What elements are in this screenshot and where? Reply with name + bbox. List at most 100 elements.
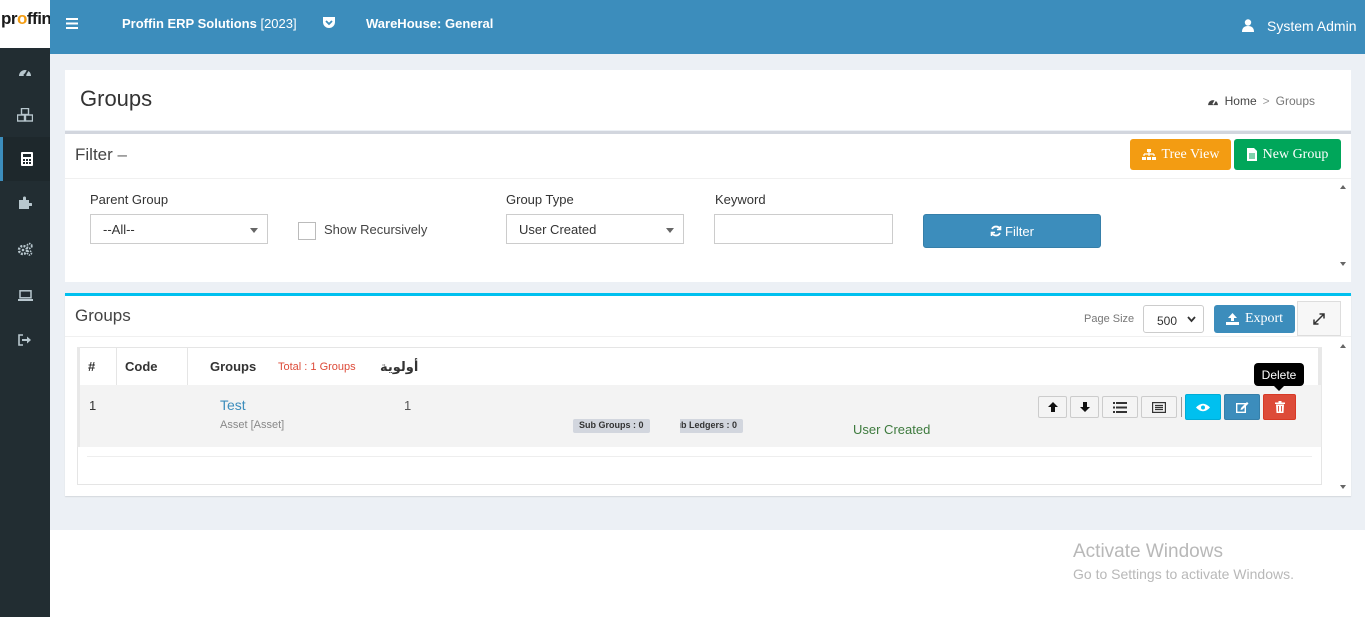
sitemap-icon: [1141, 148, 1156, 160]
logo-text: proffin: [1, 9, 50, 28]
filter-title-text: Filter: [75, 145, 113, 164]
chevron-down-icon: [1187, 316, 1196, 323]
breadcrumb: Home > Groups: [1207, 94, 1315, 108]
groups-scroll-up[interactable]: [1340, 344, 1346, 348]
filter-collapse-button[interactable]: –: [118, 145, 127, 164]
show-recursively-label[interactable]: Show Recursively: [324, 222, 427, 237]
show-recursively-checkbox[interactable]: [298, 222, 316, 240]
sidebar-item-system[interactable]: [0, 273, 50, 317]
new-group-label: New Group: [1262, 146, 1329, 162]
file-icon: [1246, 148, 1257, 161]
groups-scroll-down[interactable]: [1340, 485, 1346, 489]
user-menu[interactable]: [1242, 19, 1254, 35]
edit-button[interactable]: [1224, 394, 1260, 420]
sub-groups-badge: Sub Groups : 0: [573, 419, 650, 433]
col-divider: [116, 347, 117, 385]
sign-out-icon: [18, 334, 31, 346]
breadcrumb-home[interactable]: Home: [1225, 94, 1257, 108]
pocket-icon: [323, 17, 335, 28]
col-header-priority[interactable]: أولوية: [380, 359, 418, 375]
group-parent: Asset [Asset]: [220, 419, 285, 431]
page-header: [65, 70, 1351, 130]
sidebar-item-inventory[interactable]: [0, 93, 50, 137]
export-button[interactable]: Export: [1214, 305, 1295, 333]
parent-group-label: Parent Group: [90, 192, 169, 207]
cubes-icon: [17, 108, 33, 122]
sidebar-item-modules[interactable]: [0, 180, 50, 224]
arrow-down-icon: [1079, 402, 1090, 412]
sidebar-item-accounts[interactable]: [0, 137, 50, 181]
move-down-button[interactable]: [1070, 396, 1099, 418]
refresh-icon: [990, 225, 1002, 237]
tree-view-button[interactable]: Tree View: [1130, 139, 1231, 170]
activate-windows-subtitle: Go to Settings to activate Windows.: [1073, 566, 1294, 582]
group-name-link[interactable]: Test: [220, 397, 246, 413]
sidebar-item-logout[interactable]: [0, 318, 50, 362]
user-icon: [1242, 19, 1254, 32]
filter-button[interactable]: Filter: [923, 214, 1101, 248]
button-separator: [1181, 397, 1182, 417]
calculator-icon: [20, 152, 33, 166]
dashboard-icon: [1207, 99, 1218, 106]
row-num: 1: [89, 398, 97, 413]
sidebar-item-dashboard[interactable]: [0, 49, 50, 93]
arrow-up-icon: [1047, 402, 1058, 412]
filter-scroll-up[interactable]: [1340, 185, 1346, 189]
cogs-icon: [17, 242, 33, 256]
fullscreen-button[interactable]: [1297, 301, 1341, 336]
dashboard-icon: [19, 69, 31, 77]
view-button[interactable]: [1185, 394, 1221, 420]
keyword-label: Keyword: [715, 192, 766, 207]
app-title: Proffin ERP Solutions [2023]: [122, 16, 297, 31]
ledger-button[interactable]: [1141, 396, 1177, 418]
user-name[interactable]: System Admin: [1267, 18, 1356, 34]
col-header-code[interactable]: Code: [125, 359, 158, 374]
activate-windows-title: Activate Windows: [1073, 541, 1223, 562]
page-size-select[interactable]: 500: [1143, 305, 1204, 333]
delete-tooltip: Delete: [1254, 363, 1304, 391]
keyword-input[interactable]: [714, 214, 893, 244]
filter-scroll-down[interactable]: [1340, 262, 1346, 266]
filter-divider: [65, 178, 1351, 179]
eye-icon: [1196, 403, 1210, 411]
chevron-down-icon: [250, 228, 258, 233]
sidebar: proffin: [0, 0, 50, 617]
filter-title: Filter –: [75, 145, 127, 165]
puzzle-icon: [19, 196, 32, 209]
breadcrumb-current: Groups: [1275, 94, 1315, 108]
group-type-label: Group Type: [506, 192, 574, 207]
parent-group-value: --All--: [103, 222, 135, 237]
upload-icon: [1225, 313, 1239, 325]
move-up-button[interactable]: [1038, 396, 1067, 418]
page-size-label: Page Size: [1084, 313, 1135, 325]
page-size-value: 500: [1157, 314, 1178, 328]
breadcrumb-separator: >: [1262, 94, 1270, 108]
col-header-groups[interactable]: Groups: [210, 359, 256, 374]
parent-group-select[interactable]: --All--: [90, 214, 268, 244]
app-title-text: Proffin ERP Solutions: [122, 16, 257, 31]
chevron-down-icon: [666, 228, 674, 233]
group-priority: 1: [404, 398, 412, 413]
col-header-num: #: [88, 359, 96, 374]
list-button[interactable]: [1102, 396, 1138, 418]
logo[interactable]: proffin: [0, 0, 50, 48]
menu-toggle-button[interactable]: [66, 17, 78, 32]
app-year: [2023]: [260, 16, 297, 31]
list-alt-icon: [1152, 401, 1166, 413]
group-type-select[interactable]: User Created: [506, 214, 684, 244]
pocket-button[interactable]: [322, 16, 336, 32]
sidebar-item-settings[interactable]: [0, 227, 50, 271]
groups-title: Groups: [75, 306, 131, 325]
new-group-button[interactable]: New Group: [1234, 139, 1341, 170]
expand-icon: [1313, 312, 1325, 325]
group-type-value: User Created: [519, 222, 597, 237]
warehouse-label[interactable]: WareHouse: General: [366, 16, 493, 31]
filter-button-label: Filter: [1005, 223, 1034, 239]
total-groups-count: Total : 1 Groups: [278, 361, 356, 373]
col-divider: [187, 347, 188, 385]
list-icon: [1113, 401, 1127, 413]
table-footer-line: [87, 456, 1312, 457]
delete-button[interactable]: [1263, 394, 1296, 420]
laptop-icon: [17, 289, 33, 301]
top-navbar: Proffin ERP Solutions [2023] WareHouse: …: [50, 0, 1365, 54]
